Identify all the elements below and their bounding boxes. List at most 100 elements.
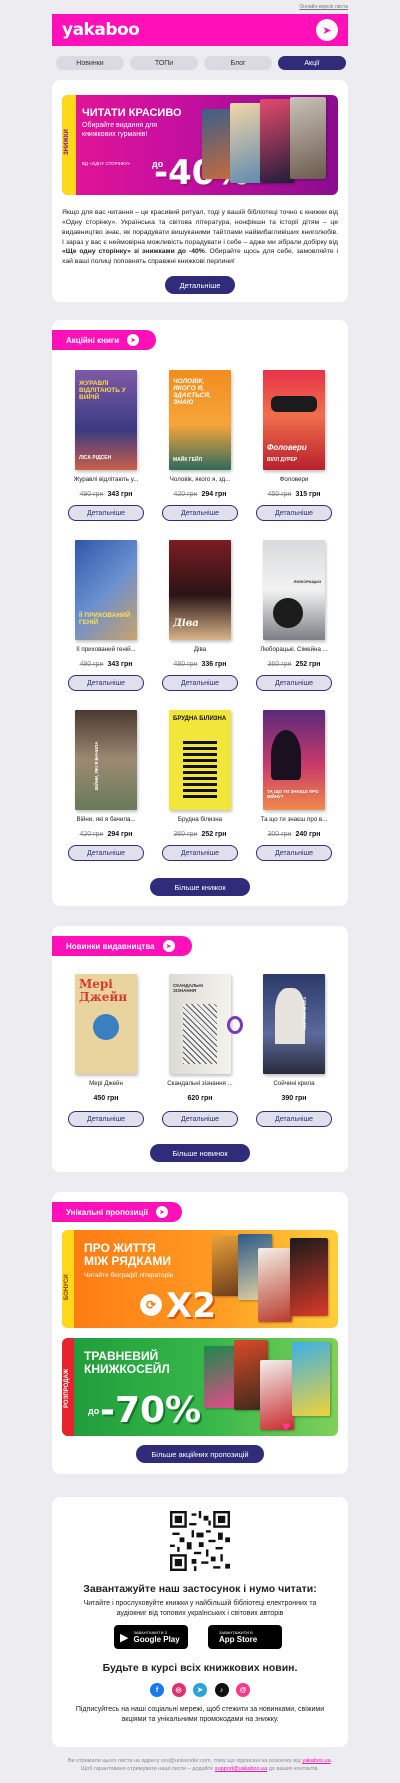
social-links: f ◎ ➤ ♪ @ <box>150 1683 250 1697</box>
hero-details-button[interactable]: Детальніше <box>165 276 235 294</box>
arrow-icon: ➤ <box>162 940 175 952</box>
details-button[interactable]: Детальніше <box>162 505 238 521</box>
details-button[interactable]: Детальніше <box>162 1111 238 1127</box>
book-title[interactable]: Люборацькі. Сімейна ... <box>251 646 337 653</box>
qr-code-icon <box>170 1511 230 1571</box>
tab-tops[interactable]: ТОПи <box>130 56 198 70</box>
book-image <box>260 99 294 183</box>
book-image <box>258 1248 292 1322</box>
book-price: 490 грн 343 грн <box>79 491 133 498</box>
book-title[interactable]: Та що ти знаєш про в... <box>251 816 337 823</box>
support-email-link[interactable]: support@yakaboo.ua <box>215 1766 267 1772</box>
discount-prefix: до <box>88 1406 100 1416</box>
section-tag-novelties: Новинки видавництва ➤ <box>52 936 192 956</box>
book-image <box>230 103 264 183</box>
book-cover[interactable]: ТА ЩО ТИ ЗНАЄШ ПРО ВІЙНУ? <box>263 710 325 810</box>
telegram-icon[interactable]: ➤ <box>193 1683 207 1697</box>
unique-offers-card: Унікальні пропозиції ➤ БОНУСИ ПРО ЖИТТЯ МІ… <box>52 1192 348 1474</box>
promo-subtitle: Читайте біографії літераторів <box>84 1272 174 1279</box>
hero-banner[interactable]: ЗНИЖКИ ЧИТАТИ КРАСИВО Обирайте видання д… <box>62 95 338 195</box>
more-books-button[interactable]: Більше книжок <box>150 878 250 896</box>
book-image <box>290 97 326 179</box>
book-image <box>290 1238 328 1316</box>
yakaboo-bird-icon: ➤ <box>316 19 338 41</box>
hero-description: Якщо для вас читання – це красивий ритуа… <box>62 209 338 266</box>
book-image <box>204 1346 236 1408</box>
book-title[interactable]: Мері Джейн <box>63 1080 149 1087</box>
book-title[interactable]: Сойчині крила <box>251 1080 337 1087</box>
book-title[interactable]: Скандальні зізнання ... <box>157 1080 243 1087</box>
tab-sales[interactable]: Акції <box>278 56 346 70</box>
discount-value: -70% <box>100 1390 202 1431</box>
promo-banner-sale[interactable]: РОЗПРОДАЖ ТРАВНЕВИЙ КНИЖКОСЕЙЛ до -70% ♥ <box>62 1338 338 1436</box>
details-button[interactable]: Детальніше <box>256 505 332 521</box>
promo-banner-bonus[interactable]: БОНУСИ ПРО ЖИТТЯ МІЖ РЯДКАМИ Читайте біог… <box>62 1230 338 1328</box>
book-title[interactable]: Журавлі відлітають у... <box>63 476 149 483</box>
details-button[interactable]: Детальніше <box>68 845 144 861</box>
tab-novelties[interactable]: Новинки <box>56 56 124 70</box>
book-cover[interactable]: БРУДНА БІЛИЗНА <box>169 710 231 810</box>
app-text: Читайте і прослуховуйте книжки у найбіль… <box>83 1600 317 1617</box>
facebook-icon[interactable]: f <box>150 1683 164 1697</box>
news-heading: Будьте в курсі всіх книжкових новин. <box>102 1662 298 1674</box>
book-title[interactable]: Війни, які я бачила... <box>63 816 149 823</box>
book-title[interactable]: Чоловік, якого я, зд... <box>157 476 243 483</box>
book-cover[interactable]: СКАНДАЛЬНІ ЗІЗНАННЯ <box>169 974 231 1074</box>
heart-icon: ♥ <box>282 1418 291 1434</box>
app-store-button[interactable]: ЗАВАНТАЖИТИ В App Store <box>208 1625 282 1649</box>
book-cover[interactable]: ВІЙНИ, ЯКІ Я БАЧИЛА <box>75 710 137 810</box>
book-price: 360 грн 252 грн <box>173 831 227 838</box>
sale-books-card: Акційні книги ➤ ЖУРАВЛІ ВІДЛІТАЮТЬ У ВИРІ… <box>52 320 348 906</box>
details-button[interactable]: Детальніше <box>68 505 144 521</box>
book-cover[interactable]: Мері Джейн <box>75 974 137 1074</box>
book-price: 390 грн <box>281 1095 307 1102</box>
details-button[interactable]: Детальніше <box>256 675 332 691</box>
site-link[interactable]: yakaboo.ua <box>302 1758 330 1764</box>
tiktok-icon[interactable]: ♪ <box>214 1683 229 1697</box>
book-title[interactable]: Брудна білизна <box>157 816 243 823</box>
book-cover[interactable]: ЇЇ ПРИХОВАНИЙ ГЕНІЙ <box>75 540 137 640</box>
book-title[interactable]: Її прихований геній... <box>63 646 149 653</box>
nav-tabs: Новинки ТОПи Блог Акції <box>56 56 346 70</box>
book-price: 420 грн 294 грн <box>173 491 227 498</box>
book-cover[interactable]: Фоловери ВІЛЛ ДУРЕР <box>263 370 325 470</box>
hero-title: ЧИТАТИ КРАСИВО <box>82 107 182 119</box>
book-price: 490 грн 343 грн <box>79 661 133 668</box>
instagram-icon[interactable]: ◎ <box>171 1683 186 1697</box>
book-price: 450 грн <box>93 1095 119 1102</box>
arrow-icon: ➤ <box>155 1206 168 1218</box>
book-cover[interactable]: ЖУРАВЛІ ВІДЛІТАЮТЬ У ВИРІЙ ЛІСА РІДСЕН <box>75 370 137 470</box>
header: yakaboo ➤ <box>52 14 348 46</box>
promo-title: ТРАВНЕВИЙ КНИЖКОСЕЙЛ <box>84 1349 170 1377</box>
google-play-button[interactable]: ▶ ЗАВАНТАЖИТИ З Google Play <box>114 1625 188 1649</box>
book-cover[interactable]: ЧОЛОВІК, ЯКОГО Я, ЗДАЄТЬСЯ, ЗНАЮ МАЙК ГЕ… <box>169 370 231 470</box>
details-button[interactable]: Детальніше <box>256 1111 332 1127</box>
details-button[interactable]: Детальніше <box>162 675 238 691</box>
book-price: 360 грн 252 грн <box>267 661 321 668</box>
google-play-icon: ▶ <box>120 1631 129 1644</box>
online-version-link[interactable]: Онлайн-версія листа <box>52 4 348 14</box>
more-offers-button[interactable]: Більше акційних пропозицій <box>136 1445 264 1463</box>
book-title[interactable]: Діва <box>157 646 243 653</box>
book-price: 480 грн 336 грн <box>173 661 227 668</box>
book-cover[interactable]: Діва <box>169 540 231 640</box>
promo-title: ПРО ЖИТТЯ МІЖ РЯДКАМИ <box>84 1241 171 1269</box>
app-heading: Завантажуйте наш застосунок і нумо читат… <box>83 1583 317 1595</box>
footer-card: Завантажуйте наш застосунок і нумо читат… <box>52 1497 348 1747</box>
details-button[interactable]: Детальніше <box>68 1111 144 1127</box>
logo[interactable]: yakaboo <box>62 20 140 40</box>
details-button[interactable]: Детальніше <box>68 675 144 691</box>
book-cover[interactable]: СОЙЧИНІ КРИЛА <box>263 974 325 1074</box>
threads-icon[interactable]: @ <box>236 1683 250 1697</box>
bonus-multiplier: X2 <box>166 1286 216 1326</box>
book-price: 450 грн 315 грн <box>267 491 321 498</box>
tab-blog[interactable]: Блог <box>204 56 272 70</box>
novelties-card: Новинки видавництва ➤ Мері Джейн Мері Дже… <box>52 926 348 1172</box>
book-title[interactable]: Фоловери <box>251 476 337 483</box>
more-novelties-button[interactable]: Більше новинок <box>150 1144 250 1162</box>
section-tag-unique: Унікальні пропозиції ➤ <box>52 1202 182 1222</box>
book-cover[interactable]: ЛЮБОРАЦЬКІ <box>263 540 325 640</box>
book-image <box>292 1342 330 1416</box>
details-button[interactable]: Детальніше <box>256 845 332 861</box>
details-button[interactable]: Детальніше <box>162 845 238 861</box>
